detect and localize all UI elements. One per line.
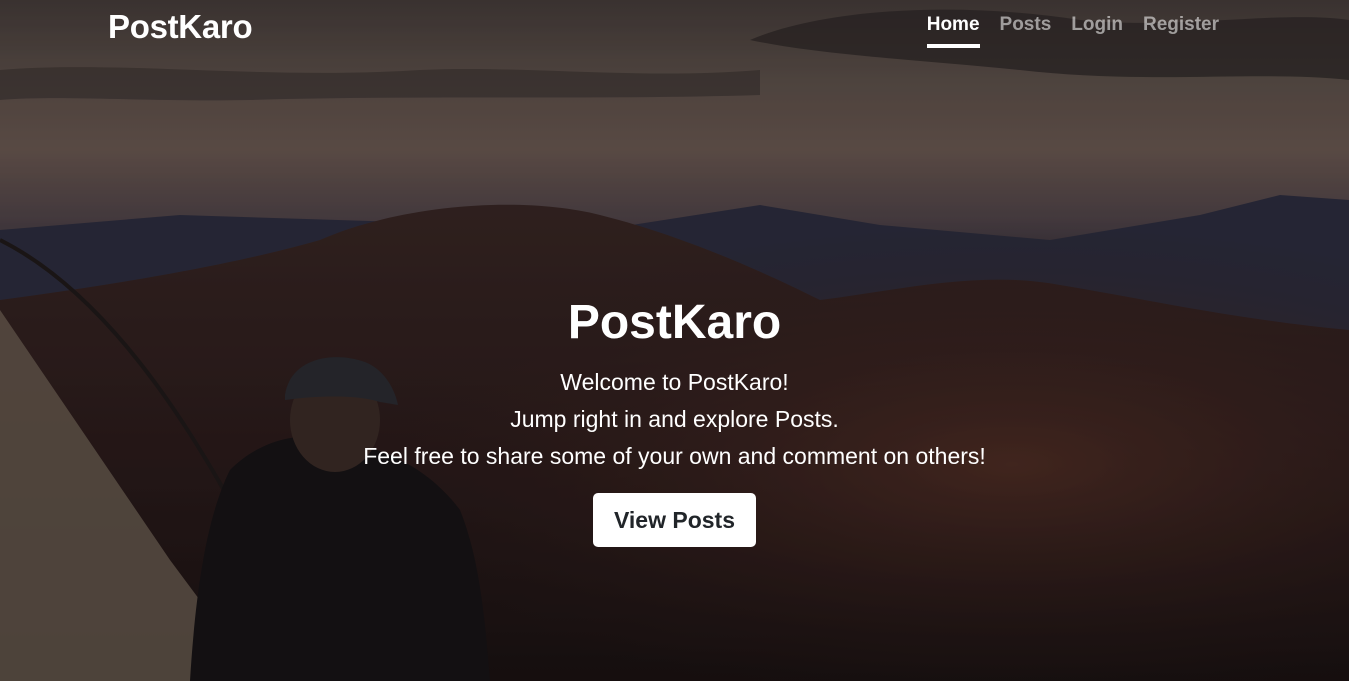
nav-link-login[interactable]: Login xyxy=(1071,14,1123,48)
brand-logo-link[interactable]: PostKaro xyxy=(108,8,253,46)
cover-content: PostKaro Welcome to PostKaro! Jump right… xyxy=(0,292,1349,547)
nav-link-home[interactable]: Home xyxy=(926,14,980,48)
nav-link-register[interactable]: Register xyxy=(1143,14,1219,48)
hero-section: PostKaro Home Posts Login Register PostK… xyxy=(0,0,1349,681)
nav-links: Home Posts Login Register xyxy=(926,14,1219,48)
nav-link-posts[interactable]: Posts xyxy=(1000,14,1052,48)
cover-line-explore: Jump right in and explore Posts. xyxy=(510,406,839,432)
cover-line-welcome: Welcome to PostKaro! xyxy=(560,369,789,395)
cover-line-share: Feel free to share some of your own and … xyxy=(363,443,986,469)
view-posts-button[interactable]: View Posts xyxy=(592,493,757,547)
top-navbar: PostKaro Home Posts Login Register xyxy=(0,0,1349,56)
cover-title: PostKaro xyxy=(567,296,782,349)
